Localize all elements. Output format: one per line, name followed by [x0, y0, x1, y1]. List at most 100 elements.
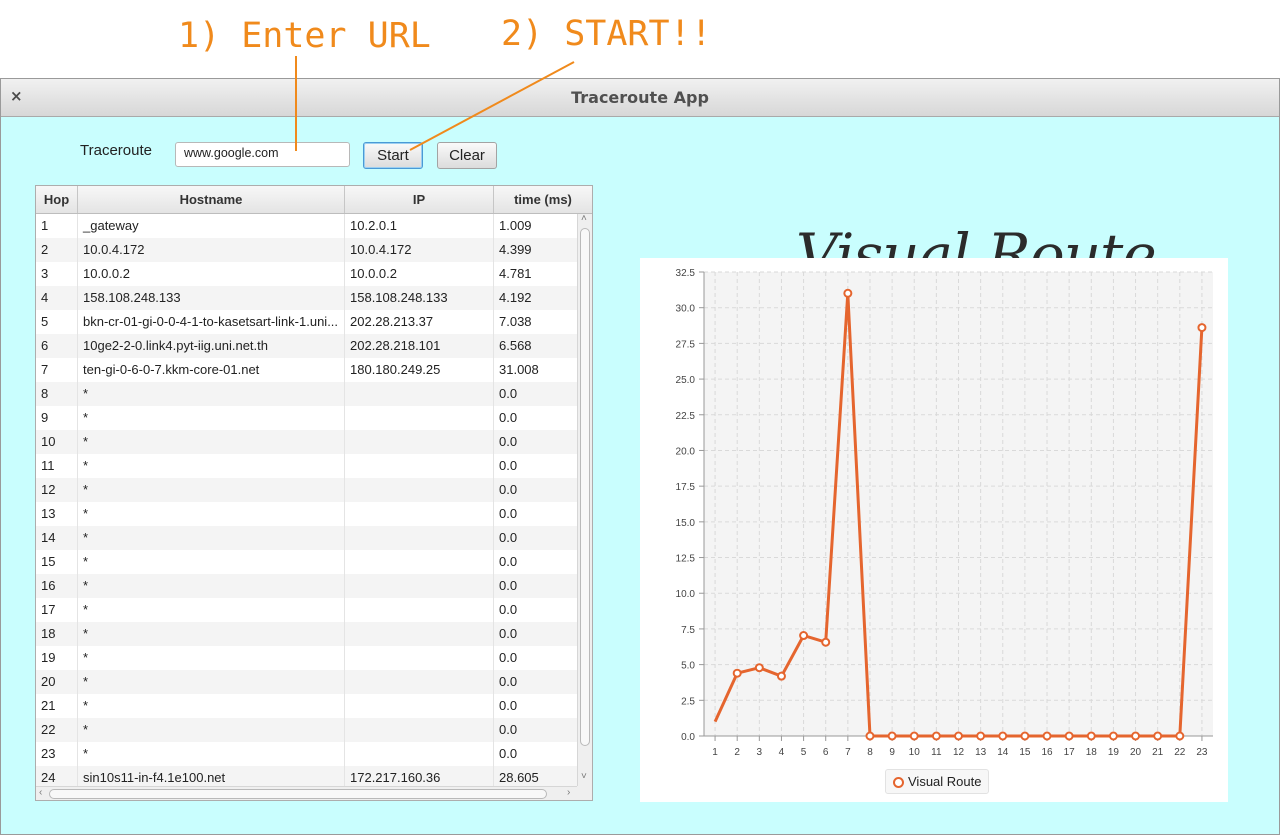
table-row[interactable]: 17 * 0.0 — [36, 598, 577, 622]
start-button[interactable]: Start — [363, 142, 423, 169]
cell-hostname: * — [78, 742, 345, 766]
horizontal-scrollbar[interactable]: ‹ › — [36, 786, 577, 800]
table-row[interactable]: 16 * 0.0 — [36, 574, 577, 598]
cell-ip — [345, 598, 494, 622]
table-header: Hop Hostname IP time (ms) — [36, 186, 592, 214]
scroll-up-icon[interactable]: ˄ — [581, 213, 587, 224]
table-row[interactable]: 11 * 0.0 — [36, 454, 577, 478]
table-row[interactable]: 19 * 0.0 — [36, 646, 577, 670]
table-row[interactable]: 8 * 0.0 — [36, 382, 577, 406]
y-tick-label: 27.5 — [676, 339, 696, 350]
scroll-left-icon[interactable]: ‹ — [39, 787, 42, 798]
x-tick-label: 1 — [712, 747, 718, 758]
cell-hostname: * — [78, 622, 345, 646]
cell-time: 4.399 — [499, 242, 532, 257]
cell-ip: 202.28.213.37 — [345, 310, 494, 334]
table-row[interactable]: 4 158.108.248.133 158.108.248.133 4.192 — [36, 286, 577, 310]
cell-hop: 15 — [36, 550, 78, 574]
y-tick-label: 32.5 — [676, 268, 696, 279]
cell-hop: 11 — [36, 454, 78, 478]
table-row[interactable]: 3 10.0.0.2 10.0.0.2 4.781 — [36, 262, 577, 286]
cell-time: 0.0 — [499, 626, 518, 641]
data-point — [1020, 731, 1030, 741]
vertical-scrollbar[interactable]: ˄ ˅ — [577, 213, 592, 786]
cell-time: 1.009 — [499, 218, 532, 233]
traceroute-label: Traceroute — [80, 142, 152, 159]
table-row[interactable]: 5 bkn-cr-01-gi-0-0-4-1-to-kasetsart-link-… — [36, 310, 577, 334]
table-row[interactable]: 24 sin10s11-in-f4.1e100.net 172.217.160.36… — [36, 766, 577, 786]
table-row[interactable]: 22 * 0.0 — [36, 718, 577, 742]
table-row[interactable]: 21 * 0.0 — [36, 694, 577, 718]
cell-hostname: * — [78, 598, 345, 622]
data-point — [754, 663, 764, 673]
table-row[interactable]: 2 10.0.4.172 10.0.4.172 4.399 — [36, 238, 577, 262]
scroll-corner — [577, 786, 592, 800]
data-point — [1197, 323, 1207, 333]
table-row[interactable]: 9 * 0.0 — [36, 406, 577, 430]
table-row[interactable]: 23 * 0.0 — [36, 742, 577, 766]
table-row[interactable]: 13 * 0.0 — [36, 502, 577, 526]
data-point — [843, 288, 853, 298]
table-row[interactable]: 14 * 0.0 — [36, 526, 577, 550]
cell-time: 4.192 — [499, 290, 532, 305]
cell-hop: 12 — [36, 478, 78, 502]
app-window: × Traceroute App Traceroute www.google.c… — [0, 78, 1280, 835]
cell-time: 0.0 — [499, 434, 518, 449]
cell-hop: 1 — [36, 214, 78, 238]
data-point — [887, 731, 897, 741]
chart-legend: Visual Route — [885, 769, 990, 794]
cell-ip — [345, 622, 494, 646]
cell-hostname: * — [78, 694, 345, 718]
url-input[interactable]: www.google.com — [175, 142, 350, 167]
table-row[interactable]: 7 ten-gi-0-6-0-7.kkm-core-01.net 180.180.2… — [36, 358, 577, 382]
cell-time: 0.0 — [499, 722, 518, 737]
horizontal-scroll-thumb[interactable] — [49, 789, 547, 799]
cell-hostname: * — [78, 430, 345, 454]
cell-hostname: 10.0.4.172 — [78, 238, 345, 262]
cell-hop: 18 — [36, 622, 78, 646]
table-row[interactable]: 20 * 0.0 — [36, 670, 577, 694]
data-point — [1064, 731, 1074, 741]
table-row[interactable]: 10 * 0.0 — [36, 430, 577, 454]
data-point — [1153, 731, 1163, 741]
table-row[interactable]: 6 10ge2-2-0.link4.pyt-iig.uni.net.th 202.2… — [36, 334, 577, 358]
data-point — [909, 731, 919, 741]
cell-time: 0.0 — [499, 578, 518, 593]
scroll-right-icon[interactable]: › — [567, 787, 570, 798]
data-point — [954, 731, 963, 741]
cell-hostname: sin10s11-in-f4.1e100.net — [78, 766, 345, 786]
cell-time: 0.0 — [499, 554, 518, 569]
scroll-down-icon[interactable]: ˅ — [581, 771, 587, 782]
x-tick-label: 3 — [757, 747, 763, 758]
cell-time: 0.0 — [499, 746, 518, 761]
column-header-ip[interactable]: IP — [345, 186, 494, 213]
table-row[interactable]: 1 _gateway 10.2.0.1 1.009 — [36, 214, 577, 238]
cell-hostname: * — [78, 478, 345, 502]
chart-panel: 0.0 2.5 5.0 7.5 10.0 12.5 15.0 17.5 20.0 22.5 25.0… — [640, 258, 1228, 802]
cell-hop: 10 — [36, 430, 78, 454]
x-tick-label: 17 — [1064, 747, 1076, 758]
traceroute-table: Hop Hostname IP time (ms) 1 _gateway 10.2.… — [35, 185, 593, 801]
data-point — [732, 668, 742, 678]
cell-time: 0.0 — [499, 698, 518, 713]
cell-ip — [345, 646, 494, 670]
cell-hostname: * — [78, 574, 345, 598]
cell-hop: 22 — [36, 718, 78, 742]
x-tick-label: 16 — [1041, 747, 1053, 758]
cell-time: 4.781 — [499, 266, 532, 281]
table-row[interactable]: 12 * 0.0 — [36, 478, 577, 502]
y-tick-label: 2.5 — [681, 696, 695, 707]
cell-hop: 24 — [36, 766, 78, 786]
clear-button[interactable]: Clear — [437, 142, 497, 169]
cell-ip — [345, 550, 494, 574]
data-point — [865, 731, 875, 741]
cell-ip: 202.28.218.101 — [345, 334, 494, 358]
table-row[interactable]: 15 * 0.0 — [36, 550, 577, 574]
x-tick-label: 9 — [889, 747, 895, 758]
column-header-hostname[interactable]: Hostname — [78, 186, 345, 213]
legend-label: Visual Route — [908, 774, 982, 789]
column-header-hop[interactable]: Hop — [36, 186, 78, 213]
vertical-scroll-thumb[interactable] — [580, 228, 590, 746]
table-row[interactable]: 18 * 0.0 — [36, 622, 577, 646]
column-header-time[interactable]: time (ms) — [494, 186, 592, 213]
